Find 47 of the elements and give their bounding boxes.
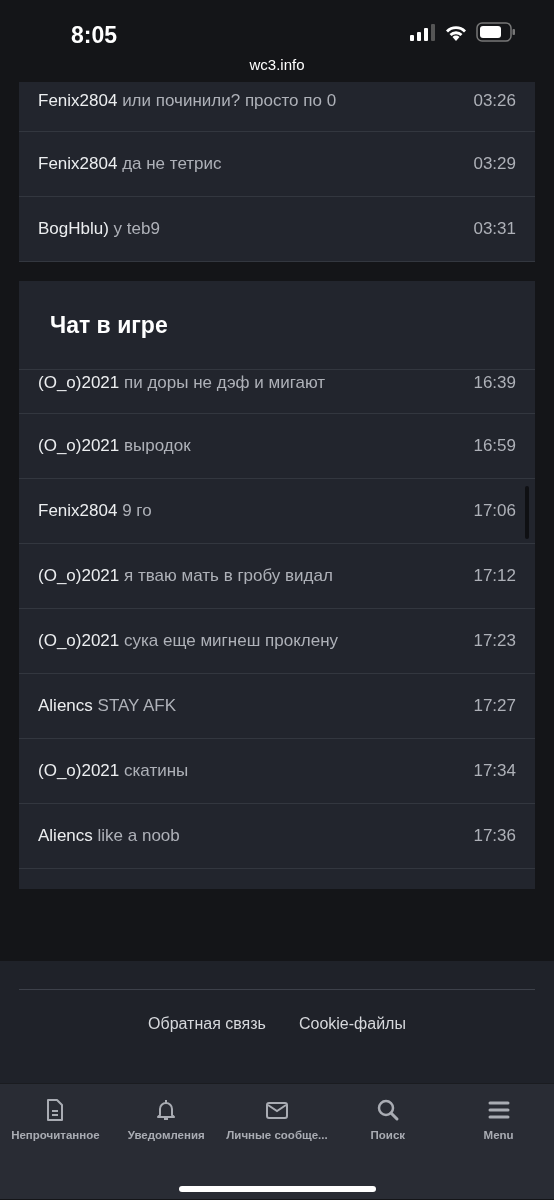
page-url: wc3.info bbox=[249, 56, 305, 73]
tab-bar-item[interactable]: Поиск bbox=[332, 1084, 444, 1199]
username: Fenix2804 bbox=[38, 154, 118, 174]
message-time: 17:34 bbox=[473, 760, 516, 783]
footer-link[interactable]: Обратная связь bbox=[148, 1012, 266, 1036]
message-text: выродок bbox=[124, 436, 191, 456]
tab-bar-item[interactable]: Личные сообще... bbox=[221, 1084, 333, 1199]
message-time: 17:23 bbox=[473, 630, 516, 653]
username: (O_o)2021 bbox=[38, 631, 120, 651]
footer-link[interactable]: Cookie-файлы bbox=[298, 1012, 406, 1036]
message-text: у teb9 bbox=[113, 219, 160, 239]
message-time: 17:06 bbox=[473, 500, 516, 523]
username: Aliencs bbox=[38, 826, 93, 846]
message-text: я тваю мать в гробу видал bbox=[124, 566, 333, 586]
message-text: да не тетрис bbox=[122, 154, 222, 174]
search-icon bbox=[375, 1098, 400, 1122]
message-text: сука еще мигнеш проклену bbox=[124, 631, 339, 651]
message-time: 16:39 bbox=[473, 372, 516, 394]
message-text: или починили? просто по 0 bbox=[122, 91, 337, 110]
message-time: 03:31 bbox=[473, 218, 516, 241]
battery-icon bbox=[476, 22, 516, 42]
message-time: 03:26 bbox=[473, 90, 516, 112]
username: (O_o)2021 bbox=[38, 566, 120, 586]
username: Fenix2804 bbox=[38, 501, 118, 521]
username: Fenix2804 bbox=[38, 91, 118, 110]
message-time: 17:36 bbox=[473, 825, 516, 848]
tab-bar-item[interactable]: Menu bbox=[443, 1084, 554, 1199]
message-time: 17:12 bbox=[473, 565, 516, 588]
signal-icon bbox=[410, 23, 436, 41]
tab-bar-item[interactable]: Уведомления bbox=[110, 1084, 222, 1199]
username: Aliencs bbox=[38, 696, 93, 716]
message-text: 9 го bbox=[122, 501, 152, 521]
message-text: пи доры не дэф и мигают bbox=[124, 373, 326, 392]
tab-bar-item[interactable]: Непрочитанное bbox=[0, 1084, 111, 1199]
status-time: 8:05 bbox=[71, 21, 118, 50]
message-time: 16:59 bbox=[473, 435, 516, 458]
message-text: STAY AFK bbox=[97, 696, 176, 716]
section-title: Чат в игре bbox=[50, 310, 168, 340]
message-time: 03:29 bbox=[473, 153, 516, 176]
username: (O_o)2021 bbox=[38, 761, 120, 781]
wifi-icon bbox=[444, 23, 468, 41]
username: (O_o)2021 bbox=[38, 436, 120, 456]
message-time: 17:27 bbox=[473, 695, 516, 718]
username: (O_o)2021 bbox=[38, 373, 120, 392]
message-text: скатины bbox=[124, 761, 189, 781]
username: BogHblu) bbox=[38, 219, 109, 239]
message-text: like a noob bbox=[97, 826, 180, 846]
